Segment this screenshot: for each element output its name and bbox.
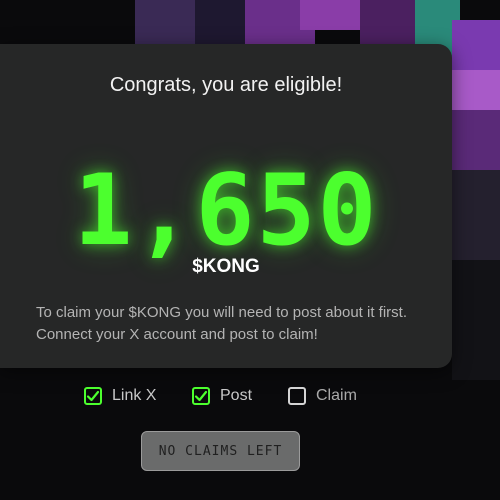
step-label: Link X — [112, 387, 157, 404]
step-post[interactable]: Post — [192, 384, 252, 408]
token-ticker: $KONG — [192, 256, 260, 277]
eligibility-card: Congrats, you are eligible! 1,650 $KONG … — [0, 44, 452, 368]
checkbox-checked-icon[interactable] — [84, 387, 102, 405]
step-link-x[interactable]: Link X — [84, 384, 156, 408]
token-amount: 1,650 — [73, 154, 379, 268]
claim-instructions: To claim your $KONG you will need to pos… — [36, 304, 407, 343]
step-claim[interactable]: Claim — [288, 384, 357, 408]
card-heading: Congrats, you are eligible! — [109, 74, 343, 96]
step-label: Post — [220, 387, 253, 404]
no-claims-left-button[interactable]: NO CLAIMS LEFT — [141, 431, 300, 471]
step-label: Claim — [316, 387, 357, 404]
checkbox-checked-icon[interactable] — [192, 387, 210, 405]
checkbox-empty-icon[interactable] — [288, 387, 306, 405]
